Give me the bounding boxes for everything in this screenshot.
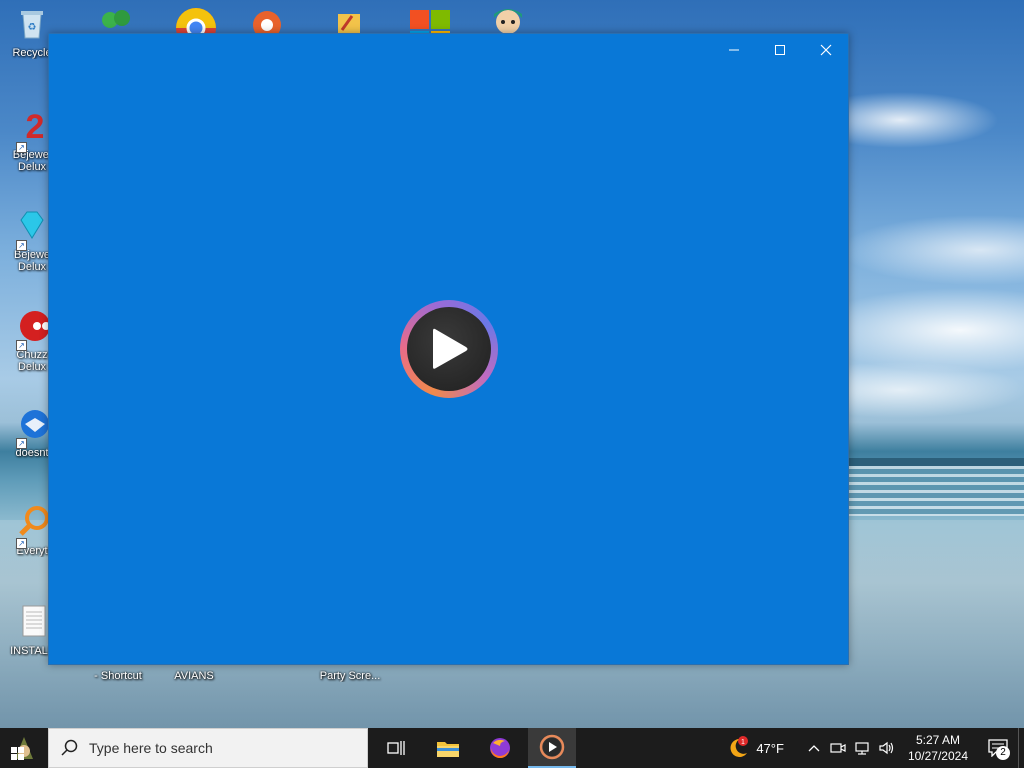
media-player-window[interactable] [48,33,849,665]
weather-temperature: 47°F [756,740,784,756]
notification-count-badge: 2 [996,746,1010,760]
app-orange-icon [253,11,281,39]
weather-widget[interactable]: 1 47°F [726,736,784,760]
play-icon [433,328,468,369]
shortcut-arrow-icon: ↗ [16,340,27,351]
desktop-icon-avians[interactable]: AVIANS [166,668,222,682]
everything-search-icon [19,506,49,536]
desktop-icon-character[interactable] [484,4,532,34]
bejeweled-gem-icon [20,211,44,239]
search-placeholder: Type here to search [89,740,213,756]
maximize-icon [775,45,785,55]
bejeweled-2-icon: 2 [26,108,45,146]
firefox-icon [490,738,510,759]
close-button[interactable] [803,34,849,66]
wallpaper-horizon [848,458,1024,466]
text-file-icon [22,605,46,637]
start-button[interactable] [0,728,48,768]
desktop-icon-label: Party Scre... [319,670,381,682]
play-button[interactable] [400,300,498,398]
speaker-icon [879,741,894,755]
minimize-button[interactable] [711,34,757,66]
desktop-icon-windows-store[interactable] [408,8,452,34]
desktop-icon-party-screen[interactable]: Party Scre... [314,668,386,682]
close-icon [820,44,832,56]
network-icon [855,742,869,755]
wallpaper-surf [848,466,1024,516]
meet-now-button[interactable] [826,728,850,768]
shortcut-arrow-icon: ↗ [16,240,27,251]
firefox-button[interactable] [476,728,524,768]
clock-time: 5:27 AM [915,733,960,747]
windows-logo-icon [410,10,450,34]
desktop-icon-label: AVIANS [174,670,214,682]
desktop-icon-app-orange[interactable] [250,8,284,39]
shortcut-arrow-icon: ↗ [16,538,27,549]
clock-date: 10/27/2024 [907,749,968,763]
chuzzle-icon [20,311,50,341]
paint-icon [338,14,360,34]
maximize-button[interactable] [757,34,803,66]
chrome-icon [176,8,216,48]
minimize-icon [729,49,739,51]
desktop-icon-users[interactable] [96,6,136,34]
recycle-bin-icon: ♻ [21,11,43,39]
play-button-face [407,307,491,391]
shortcut-arrow-icon: ↗ [16,142,27,153]
show-hidden-icons-button[interactable] [802,728,826,768]
desktop-icon-shortcut[interactable]: - Shortcut [86,668,150,682]
character-icon [494,9,522,34]
task-view-icon [387,741,405,755]
shortcut-arrow-icon: ↗ [16,438,27,449]
svg-text:2: 2 [26,108,45,142]
thunderbird-icon [21,410,49,438]
start-character-icon [11,737,33,760]
users-icon [102,10,130,28]
search-icon [61,739,78,756]
volume-button[interactable] [874,728,898,768]
action-center-button[interactable]: 2 [978,728,1018,768]
task-view-button[interactable] [372,728,420,768]
system-tray: 1 47°F 5:27 AM 10/27/2024 2 [726,728,1024,768]
svg-text:1: 1 [741,739,745,746]
camera-icon [830,743,846,753]
show-desktop-button[interactable] [1018,728,1024,768]
desktop-icon-chrome[interactable] [172,4,220,48]
network-button[interactable] [850,728,874,768]
taskbar-clock[interactable]: 5:27 AM 10/27/2024 [898,732,978,764]
taskbar-search-box[interactable]: Type here to search [48,728,368,768]
desktop-icon-app-paint[interactable] [334,10,364,34]
moon-weather-icon: 1 [730,736,749,757]
svg-text:♻: ♻ [28,22,37,33]
taskbar: Type here to search 1 47°F 5:27 AM 10/27… [0,728,1024,768]
file-explorer-button[interactable] [424,728,472,768]
desktop-icon-label: - Shortcut [94,670,142,682]
media-player-taskbar-button[interactable] [528,728,576,768]
file-explorer-icon [437,742,459,757]
media-player-icon [539,734,565,760]
chevron-up-icon [808,745,820,752]
